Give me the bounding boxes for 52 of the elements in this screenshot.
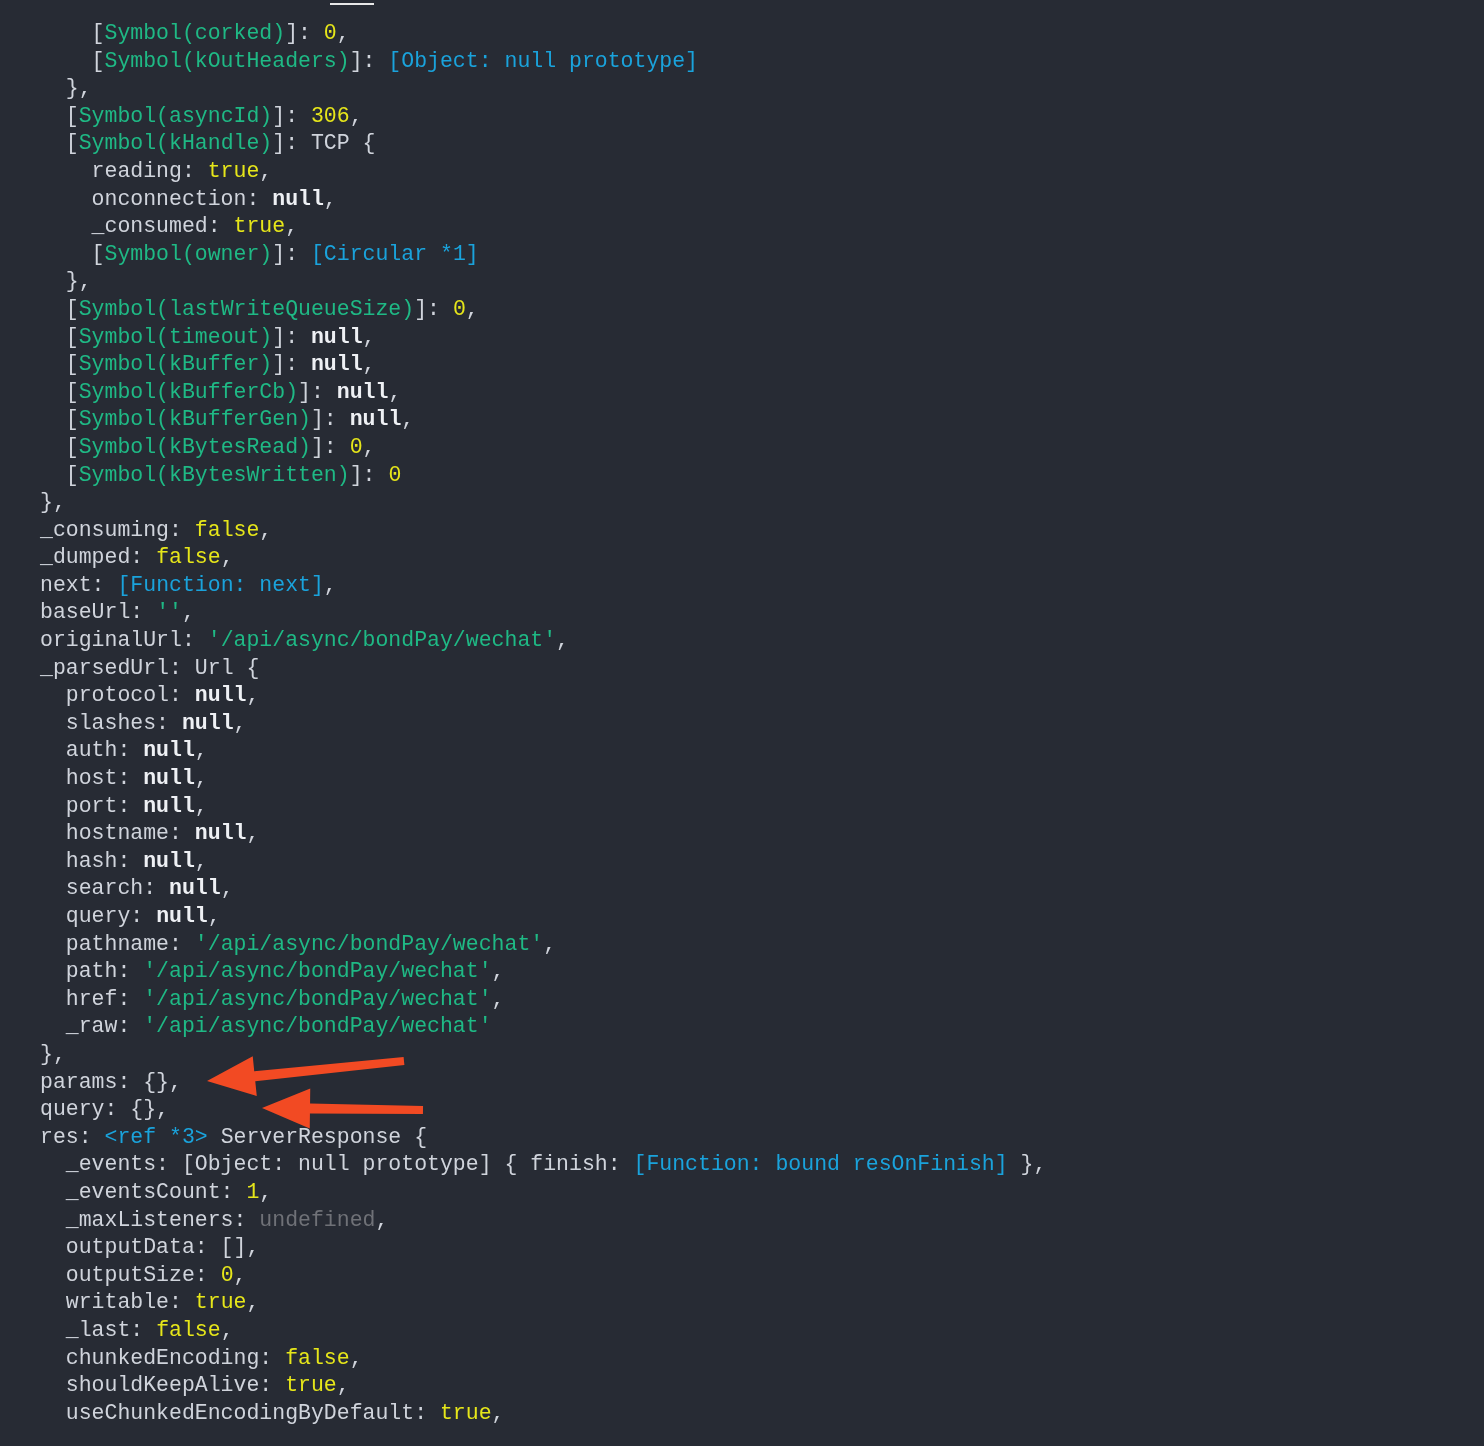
console-line: [Symbol(kBytesRead)]: 0, bbox=[65, 433, 376, 461]
console-line: [Symbol(kBuffer)]: null, bbox=[65, 351, 376, 379]
console-line: [Symbol(timeout)]: null, bbox=[65, 323, 376, 351]
console-line: }, bbox=[40, 489, 66, 517]
console-line: hostname: null, bbox=[65, 820, 260, 848]
console-line: _events: [Object: null prototype] { finish: [Function: bound resOnFinish] }, bbox=[65, 1151, 1047, 1179]
top-edge-mark bbox=[330, 3, 374, 5]
console-line: [Symbol(lastWriteQueueSize)]: 0, bbox=[65, 295, 479, 323]
console-line: _eventsCount: 1, bbox=[65, 1178, 273, 1206]
console-line: chunkedEncoding: false, bbox=[65, 1344, 363, 1372]
console-line: _last: false, bbox=[65, 1316, 234, 1344]
console-line: _parsedUrl: Url { bbox=[40, 654, 260, 682]
console-line: useChunkedEncodingByDefault: true, bbox=[65, 1399, 505, 1427]
console-line: port: null, bbox=[65, 792, 208, 820]
console-line: query: null, bbox=[65, 903, 221, 930]
console-line: [Symbol(asyncId)]: 306, bbox=[65, 102, 363, 130]
console-line: params: {}, bbox=[40, 1068, 182, 1096]
console-line: outputData: [], bbox=[65, 1234, 260, 1262]
console-line: writable: true, bbox=[65, 1289, 260, 1317]
console-line: query: {}, bbox=[40, 1096, 170, 1124]
console-line: reading: true, bbox=[91, 157, 273, 185]
console-line: _dumped: false, bbox=[40, 544, 234, 572]
console-line: next: [Function: next], bbox=[40, 571, 337, 599]
console-line: _maxListeners: undefined, bbox=[65, 1206, 389, 1234]
console-line: [Symbol(kBufferGen)]: null, bbox=[65, 406, 415, 434]
console-line: [Symbol(kBytesWritten)]: 0 bbox=[65, 461, 402, 489]
console-line: search: null, bbox=[65, 875, 234, 903]
console-line: path: '/api/async/bondPay/wechat', bbox=[65, 958, 505, 986]
console-line: _raw: '/api/async/bondPay/wechat' bbox=[65, 1013, 492, 1041]
console-line: [Symbol(owner)]: [Circular *1] bbox=[91, 240, 479, 268]
console-line: res: <ref *3> ServerResponse { bbox=[40, 1123, 428, 1151]
console-line: }, bbox=[40, 1040, 66, 1068]
console-line: [Symbol(kHandle)]: TCP { bbox=[65, 130, 376, 158]
console-line: slashes: null, bbox=[65, 709, 247, 737]
console-line: [Symbol(corked)]: 0, bbox=[91, 20, 350, 47]
console-line: host: null, bbox=[65, 765, 208, 793]
console-line: pathname: '/api/async/bondPay/wechat', bbox=[65, 930, 557, 958]
console-line: }, bbox=[65, 75, 92, 103]
console-line: onconnection: null, bbox=[91, 185, 337, 213]
console-line: originalUrl: '/api/async/bondPay/wechat', bbox=[40, 627, 569, 655]
console-line: hash: null, bbox=[65, 847, 208, 875]
console-line: auth: null, bbox=[65, 737, 208, 765]
console-line: protocol: null, bbox=[65, 682, 260, 710]
console-line: _consuming: false, bbox=[40, 516, 273, 544]
console-line: [Symbol(kBufferCb)]: null, bbox=[65, 378, 402, 406]
console-line: shouldKeepAlive: true, bbox=[65, 1372, 350, 1400]
console-line: outputSize: 0, bbox=[65, 1261, 247, 1289]
console-line: }, bbox=[65, 268, 92, 296]
console-line: _consumed: true, bbox=[91, 213, 299, 241]
console-line: baseUrl: '', bbox=[40, 599, 195, 627]
console-line: href: '/api/async/bondPay/wechat', bbox=[65, 985, 505, 1013]
console-line: [Symbol(kOutHeaders)]: [Object: null prototype] bbox=[91, 47, 698, 75]
